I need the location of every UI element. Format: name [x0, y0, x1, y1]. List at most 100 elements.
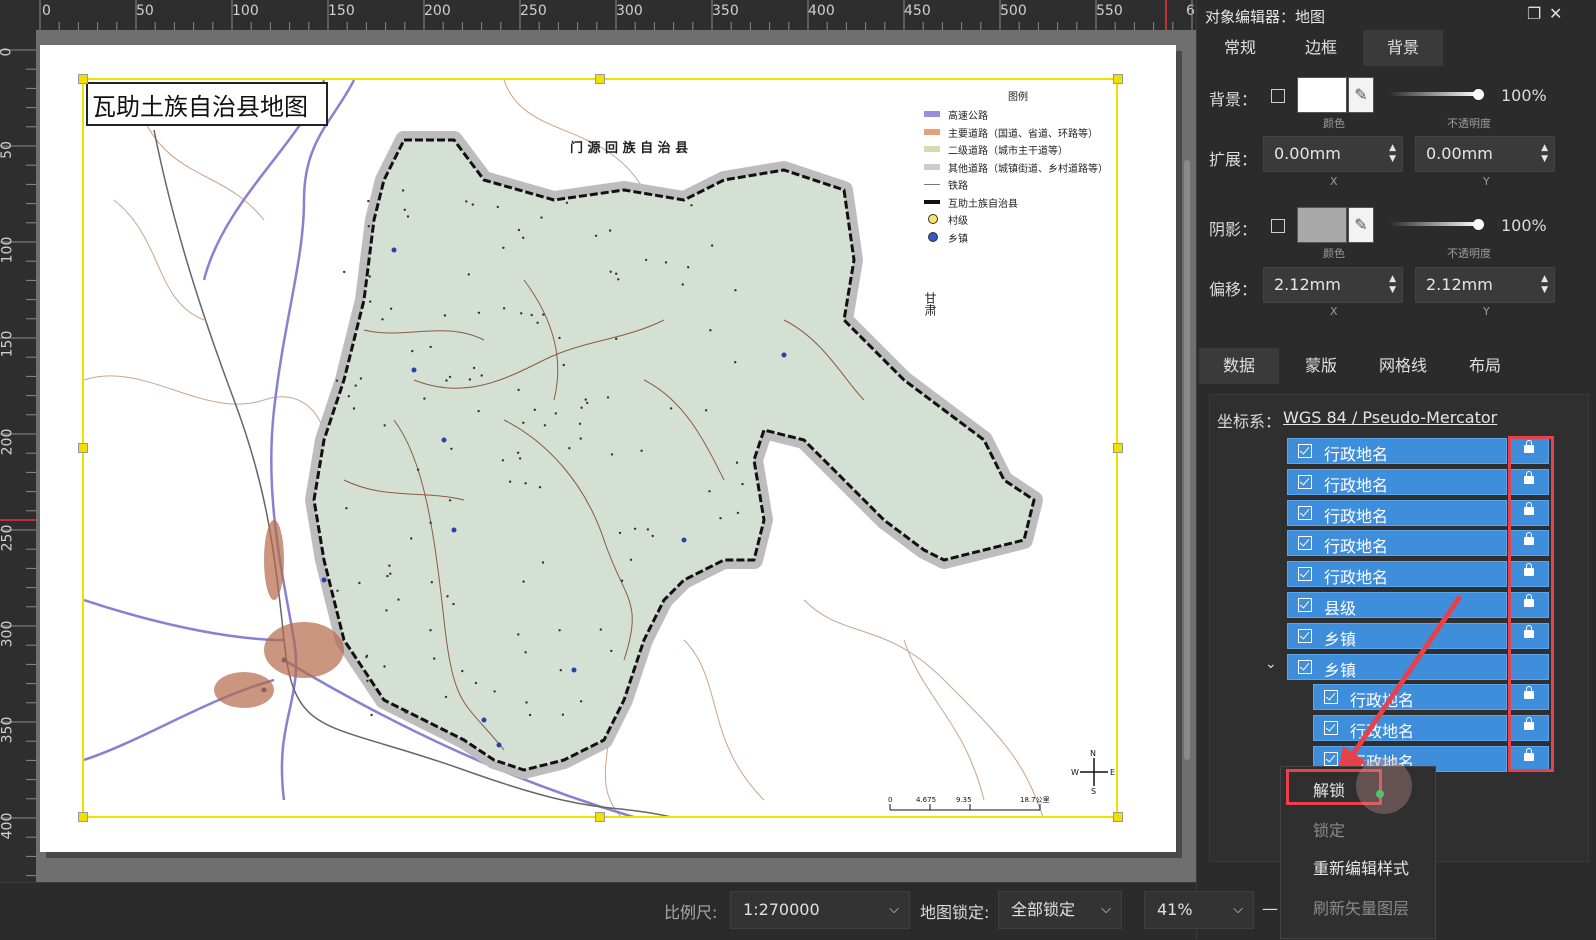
map-title-box[interactable]: 瓦助土族自治县地图 — [86, 82, 328, 126]
resize-handle[interactable] — [595, 812, 605, 822]
extend-y-value: 0.00mm — [1426, 144, 1493, 163]
scale-label-1: 4.675 — [916, 796, 936, 804]
tab-frame[interactable]: 边框 — [1281, 30, 1361, 66]
layer-row[interactable]: 行政地名 — [1287, 438, 1507, 464]
ruler-tick: 200 — [0, 428, 16, 456]
canvas-vertical-scrollbar[interactable] — [1184, 160, 1190, 760]
resize-handle[interactable] — [1113, 74, 1123, 84]
map-item[interactable]: 0 4.675 9.35 18.7公里 N E S W 门 源 回 族 自 治 … — [82, 78, 1118, 818]
map-lock-select[interactable]: 全部锁定 ⌵ — [998, 891, 1122, 929]
tab-layout[interactable]: 布局 — [1445, 348, 1525, 384]
scale-bar — [889, 804, 1041, 811]
tab-data[interactable]: 数据 — [1199, 348, 1279, 384]
spinner-icon[interactable]: ▲ ▼ — [1541, 143, 1548, 165]
layer-visibility-checkbox[interactable] — [1298, 474, 1312, 489]
extend-y-input[interactable]: 0.00mm ▲ ▼ — [1415, 136, 1555, 172]
crs-link[interactable]: WGS 84 / Pseudo-Mercator — [1283, 408, 1497, 427]
legend-swatch-icon — [924, 199, 940, 204]
layer-visibility-checkbox[interactable] — [1298, 628, 1312, 643]
legend-label: 互助土族自治县 — [948, 198, 1018, 210]
legend-swatch-icon — [924, 184, 940, 185]
legend-swatch-icon — [924, 163, 940, 170]
layer-row[interactable]: 行政地名 — [1287, 561, 1507, 588]
layer-visibility-checkbox[interactable] — [1298, 444, 1312, 458]
crs-label: 坐标系： — [1217, 412, 1282, 431]
tab-general[interactable]: 常规 — [1201, 30, 1279, 66]
layer-visibility-checkbox[interactable] — [1298, 659, 1312, 674]
background-color-swatch[interactable] — [1297, 77, 1347, 113]
vertical-ruler[interactable]: 0 50 100 150 200 250 300 350 400 — [0, 30, 37, 882]
resize-handle[interactable] — [78, 74, 88, 84]
opacity-caption: 不透明度 — [1447, 117, 1491, 130]
layer-visibility-checkbox[interactable] — [1298, 505, 1312, 520]
background-opacity-value: 100% — [1501, 86, 1547, 105]
context-menu-item[interactable]: 锁定 — [1313, 817, 1345, 841]
slider-thumb[interactable] — [1473, 89, 1484, 100]
ruler-ticks-svg — [39, 0, 1193, 30]
layer-row[interactable]: 行政地名 — [1287, 468, 1507, 495]
layer-visibility-checkbox[interactable] — [1298, 567, 1312, 582]
extend-x-value: 0.00mm — [1274, 144, 1341, 163]
compass-s: S — [1091, 787, 1096, 796]
slider-thumb[interactable] — [1473, 219, 1484, 230]
horizontal-ruler[interactable]: 0 50 100 150 200 250 300 350 400 450 500… — [36, 0, 1196, 31]
label-menyuan: 门 源 回 族 自 治 县 — [570, 140, 688, 156]
layer-row[interactable]: 行政地名 — [1287, 530, 1507, 557]
close-icon[interactable]: ✕ — [1549, 4, 1562, 23]
spinner-icon[interactable]: ▲ ▼ — [1541, 274, 1548, 296]
cursor-dot-icon — [1376, 790, 1384, 798]
layer-name: 行政地名 — [1324, 445, 1389, 464]
chevron-down-icon[interactable]: ⌄ — [1265, 656, 1277, 672]
float-icon[interactable]: ❐ — [1527, 4, 1541, 23]
offset-x-input[interactable]: 2.12mm ▲ ▼ — [1263, 267, 1403, 303]
spinner-icon[interactable]: ▲ ▼ — [1389, 274, 1396, 296]
legend-label: 主要道路（国道、省道、环路等） — [948, 128, 1098, 140]
shadow-opacity-slider[interactable] — [1389, 222, 1479, 226]
resize-handle[interactable] — [595, 74, 605, 84]
layer-name: 行政地名 — [1324, 506, 1389, 526]
zoom-out-button[interactable]: — — [1262, 899, 1278, 918]
legend-label: 铁路 — [948, 181, 968, 192]
compass-n: N — [1090, 749, 1096, 758]
resize-handle[interactable] — [78, 443, 88, 453]
scale-label-3: 18.7公里 — [1020, 796, 1050, 804]
background-label: 背景： — [1209, 90, 1258, 109]
shadow-checkbox[interactable] — [1271, 219, 1285, 233]
tab-grid[interactable]: 网格线 — [1363, 348, 1443, 384]
context-menu-item[interactable]: 重新编辑样式 — [1313, 855, 1409, 879]
legend-label: 村级 — [948, 216, 968, 227]
legend-label: 其他道路（城镇街道、乡村道路等） — [948, 163, 1108, 175]
offset-y-input[interactable]: 2.12mm ▲ ▼ — [1415, 267, 1555, 303]
label-gansu: 甘肃 — [923, 292, 937, 317]
background-opacity-slider[interactable] — [1389, 92, 1479, 96]
layer-name: 行政地名 — [1324, 475, 1389, 495]
resize-handle[interactable] — [1113, 443, 1123, 453]
legend-label: 二级道路（城市主干道等） — [948, 146, 1068, 157]
map-title: 瓦助土族自治县地图 — [92, 93, 308, 121]
shadow-color-swatch[interactable] — [1297, 207, 1347, 243]
offset-label: 偏移： — [1209, 280, 1258, 299]
tab-background[interactable]: 背景 — [1363, 30, 1443, 66]
legend-swatch-icon — [928, 214, 938, 224]
shadow-opacity-value: 100% — [1501, 216, 1547, 235]
resize-handle[interactable] — [78, 812, 88, 822]
layer-row[interactable]: 行政地名 — [1287, 499, 1507, 526]
layer-visibility-checkbox[interactable] — [1298, 536, 1312, 551]
eyedropper-icon[interactable]: ✎ — [1348, 77, 1374, 113]
background-checkbox[interactable] — [1271, 89, 1285, 103]
layer-visibility-checkbox[interactable] — [1298, 598, 1312, 612]
extend-x-input[interactable]: 0.00mm ▲ ▼ — [1263, 136, 1403, 172]
scale-value: 1:270000 — [743, 900, 820, 919]
spinner-icon[interactable]: ▲ ▼ — [1389, 143, 1396, 165]
resize-handle[interactable] — [1113, 812, 1123, 822]
ruler-tick: 50 — [0, 141, 15, 159]
y-caption: Y — [1483, 305, 1490, 318]
legend-swatch-icon — [924, 146, 940, 152]
legend-label: 乡镇 — [948, 233, 968, 245]
context-menu-item[interactable]: 刷新矢量图层 — [1313, 895, 1409, 919]
tab-mask[interactable]: 蒙版 — [1281, 348, 1361, 384]
eyedropper-icon[interactable]: ✎ — [1348, 207, 1374, 243]
scale-select[interactable]: 1:270000 ⌵ — [730, 891, 910, 929]
compass-w: W — [1071, 768, 1079, 777]
zoom-select[interactable]: 41% ⌵ — [1144, 891, 1254, 929]
